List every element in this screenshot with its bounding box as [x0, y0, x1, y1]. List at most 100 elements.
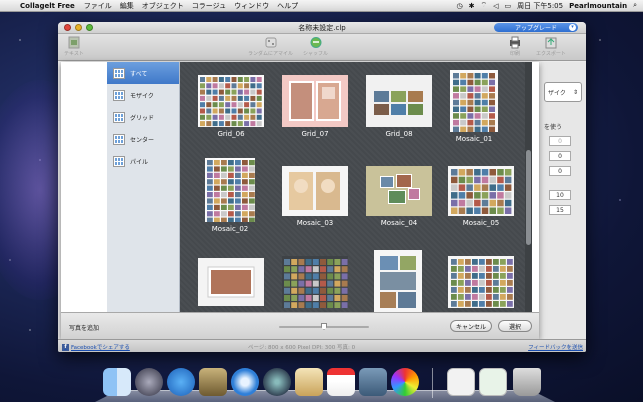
launchpad-icon[interactable] [135, 368, 163, 396]
add-photos-button[interactable]: 写真を追加 [69, 323, 99, 332]
mail-stamp-icon[interactable] [199, 368, 227, 396]
template-tile[interactable]: Grid_06 [198, 75, 264, 138]
collage-app-icon[interactable] [391, 368, 419, 396]
category-mosaic[interactable]: モザイク [107, 84, 179, 106]
mosaic-cell [242, 179, 248, 185]
category-all[interactable]: すべて [107, 62, 179, 84]
user-name[interactable]: Pearlmountain [569, 2, 627, 10]
template-grid: Grid_06 Grid_07 Grid_08 Mosaic_01 Mosaic… [180, 62, 532, 312]
thumbnail-size-slider[interactable] [279, 323, 369, 330]
mosaic-cell [466, 169, 473, 176]
mosaic-cell [453, 73, 459, 79]
app-menu[interactable]: Collagelt Free [20, 2, 75, 10]
volume-icon[interactable]: ◁ [493, 2, 498, 10]
facetime-icon[interactable] [263, 368, 291, 396]
mosaic-cell [284, 280, 290, 287]
finder-icon[interactable] [103, 368, 131, 396]
spacing-field-2[interactable]: 0 [549, 151, 571, 161]
time-machine-icon[interactable]: ◷ [457, 2, 463, 10]
slider-knob[interactable] [321, 323, 327, 330]
toolbar-random-button[interactable]: ランダムにアマイル [248, 36, 293, 57]
template-tile[interactable] [448, 256, 514, 308]
template-tile[interactable]: Mosaic_03 [282, 166, 348, 227]
mosaic-cell [504, 199, 512, 207]
mosaic-cell [218, 108, 224, 114]
template-scrollbar[interactable] [525, 62, 532, 312]
document-icon[interactable] [447, 368, 475, 396]
mosaic-cell [206, 95, 212, 101]
mosaic-cell [467, 113, 474, 119]
mosaic-cell [231, 121, 237, 127]
mosaic-cell [486, 273, 492, 279]
category-pile[interactable]: パイル [107, 150, 179, 172]
downloads-icon[interactable] [479, 368, 507, 396]
mosaic-cell [214, 172, 220, 178]
iphoto-icon[interactable] [359, 368, 387, 396]
spotlight-icon[interactable]: ⌕ [633, 1, 637, 10]
mosaic-cell [291, 259, 298, 265]
feedback-link[interactable]: フィードバックを送信 [528, 343, 583, 351]
template-tile[interactable]: Mosaic_05 [448, 166, 514, 227]
mosaic-cell [481, 79, 488, 86]
calendar-icon[interactable] [327, 368, 355, 396]
mosaic-cell [327, 295, 334, 301]
template-tile[interactable] [198, 258, 264, 306]
status-bar: f Facebookでシェアする ページ: 800 x 600 Pixel DP… [58, 339, 586, 352]
menu-edit[interactable]: 編集 [120, 1, 134, 11]
safari-icon[interactable] [231, 368, 259, 396]
mosaic-cell [320, 302, 326, 308]
menu-file[interactable]: ファイル [84, 1, 112, 11]
menu-window[interactable]: ウィンドウ [234, 1, 269, 11]
contacts-icon[interactable] [295, 368, 323, 396]
template-tile[interactable]: Mosaic_01 [450, 70, 498, 143]
toolbar-print-button[interactable]: 印刷 [508, 36, 522, 57]
template-tile[interactable] [282, 256, 348, 308]
mosaic-cell [256, 89, 262, 95]
template-tile[interactable]: Grid_08 [366, 75, 432, 138]
battery-icon[interactable]: ▭ [505, 2, 512, 10]
upgrade-button[interactable]: アップグレード ▾ [494, 23, 578, 32]
scrollbar-knob[interactable] [526, 150, 531, 245]
menu-object[interactable]: オブジェクト [142, 1, 184, 11]
spacing-field-1[interactable]: 0 [549, 136, 571, 146]
menu-help[interactable]: ヘルプ [277, 1, 298, 11]
mosaic-cell [235, 160, 241, 166]
category-grid[interactable]: グリッド [107, 106, 179, 128]
template-tile[interactable]: Mosaic_04 [366, 166, 432, 227]
mosaic-cell [244, 95, 250, 101]
select-button[interactable]: 選択 [498, 320, 532, 332]
mosaic-cell [327, 273, 334, 280]
spacing-field-5[interactable]: 15 [549, 205, 571, 215]
mosaic-cell [237, 77, 243, 82]
spacing-field-3[interactable]: 0 [549, 166, 571, 176]
mosaic-cell [200, 114, 205, 120]
template-name: Mosaic_02 [211, 225, 249, 233]
category-center[interactable]: センター [107, 128, 179, 150]
wifi-icon[interactable]: ⌔ [481, 1, 488, 10]
mosaic-cell [453, 79, 459, 86]
menu-collage[interactable]: コラージュ [192, 1, 226, 11]
category-all-label: すべて [130, 70, 148, 78]
mosaic-cell [451, 184, 458, 191]
template-tile[interactable]: Mosaic_02 [205, 158, 255, 233]
toolbar-shuffle-button[interactable]: シャッフル [303, 36, 328, 57]
template-tile[interactable]: Grid_07 [282, 75, 348, 138]
toolbar-export-button[interactable]: エクスポート [536, 36, 566, 57]
toolbar-export-label: エクスポート [536, 51, 566, 57]
facebook-share-link[interactable]: f Facebookでシェアする [62, 343, 130, 351]
bluetooth-icon[interactable]: ✱ [469, 2, 475, 10]
template-tile[interactable] [374, 250, 422, 312]
mosaic-cell [479, 294, 485, 300]
spacing-field-4[interactable]: 10 [549, 190, 571, 200]
trash-icon[interactable] [513, 368, 541, 396]
clock[interactable]: 周日 下午5:05 [517, 1, 563, 11]
mosaic-cell [341, 287, 348, 294]
mosaic-cell [284, 273, 290, 280]
app-store-icon[interactable] [167, 368, 195, 396]
title-bar[interactable]: 名称未設定.clp アップグレード ▾ [58, 22, 586, 34]
toolbar-text-button[interactable]: テキスト [64, 36, 84, 57]
cancel-button[interactable]: キャンセル [450, 320, 492, 332]
mosaic-cell [465, 273, 471, 279]
mosaic-cell [214, 211, 220, 217]
layout-dropdown[interactable]: ザイク ⇕ [544, 82, 582, 102]
